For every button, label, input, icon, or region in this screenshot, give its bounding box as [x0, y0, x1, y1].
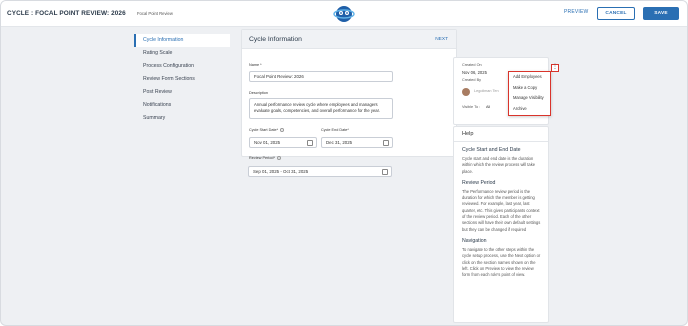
name-label: Name * [249, 63, 262, 67]
sidebar-item-review-form-sections[interactable]: Review Form Sections [134, 73, 230, 86]
sidebar-nav: Cycle Information Rating Scale Process C… [134, 34, 230, 125]
page-title: CYCLE : FOCAL POINT REVIEW: 2026 [7, 10, 126, 17]
app-window: CYCLE : FOCAL POINT REVIEW: 2026 Focal P… [0, 0, 688, 326]
page-subtitle: Focal Point Review [137, 11, 173, 16]
review-period-field[interactable]: Sep 01, 2025 - Oct 31, 2025 [248, 166, 392, 177]
top-bar: CYCLE : FOCAL POINT REVIEW: 2026 Focal P… [1, 1, 687, 27]
name-field[interactable]: Focal Point Review: 2026 [249, 71, 393, 82]
avatar [462, 88, 470, 96]
created-by-label: Created By [462, 78, 481, 82]
help-text: To navigate to the other steps within th… [462, 246, 541, 278]
created-on-label: Created On [462, 63, 482, 67]
calendar-icon[interactable] [382, 169, 388, 175]
help-text: Cycle start and end date is the duration… [462, 156, 536, 174]
calendar-icon[interactable] [383, 140, 389, 146]
description-field[interactable]: Annual performance review cycle where em… [249, 98, 393, 119]
more-options-icon[interactable]: ⋮ [551, 64, 559, 72]
end-date-field[interactable]: Dec 31, 2025 [321, 137, 393, 148]
sidebar-item-notifications[interactable]: Notifications [134, 99, 230, 112]
sidebar-item-process-configuration[interactable]: Process Configuration [134, 60, 230, 73]
cancel-button[interactable]: CANCEL [597, 7, 635, 20]
sidebar-item-rating-scale[interactable]: Rating Scale [134, 47, 230, 60]
help-title: Help [454, 127, 548, 142]
more-options-menu: Add Employees Make a Copy Manage Visibil… [508, 71, 551, 116]
next-button[interactable]: NEXT [435, 37, 448, 42]
app-logo-icon [333, 6, 355, 22]
info-icon[interactable] [276, 156, 281, 160]
menu-item-manage-visibility[interactable]: Manage Visibility [509, 93, 550, 104]
sidebar-item-cycle-information[interactable]: Cycle Information [134, 34, 230, 47]
help-heading: Review Period [462, 179, 496, 186]
menu-item-archive[interactable]: Archive [509, 104, 550, 115]
save-button[interactable]: SAVE [643, 7, 679, 20]
card-header: Cycle Information NEXT [242, 30, 456, 49]
help-heading: Cycle Start and End Date [462, 147, 521, 153]
sidebar-item-post-review[interactable]: Post Review [134, 86, 230, 99]
calendar-icon[interactable] [307, 140, 313, 146]
visible-to-label: Visible To : [462, 105, 481, 109]
help-heading: Navigation [462, 237, 487, 244]
card-title: Cycle Information [249, 36, 302, 43]
review-period-label: Review Period* [249, 156, 281, 160]
start-date-field[interactable]: Nov 01, 2025 [249, 137, 317, 148]
preview-button[interactable]: PREVIEW [564, 9, 588, 15]
menu-item-add-employees[interactable]: Add Employees [509, 72, 550, 83]
help-text: The Performance review period is the dur… [462, 188, 541, 232]
start-date-label: Cycle Start Date* [249, 128, 285, 132]
info-icon[interactable] [280, 128, 285, 132]
visible-to-value: All [486, 105, 491, 109]
description-label: Description [249, 91, 268, 95]
creator-name: Legoliman Ten [474, 89, 499, 93]
menu-item-make-a-copy[interactable]: Make a Copy [509, 83, 550, 94]
sidebar-item-summary[interactable]: Summary [134, 112, 230, 125]
end-date-label: Cycle End Date* [321, 128, 349, 132]
help-panel: Help Cycle Start and End Date Cycle star… [453, 126, 549, 323]
created-on-value: Nov 06, 2025 [462, 70, 487, 75]
cycle-information-card: Cycle Information NEXT Name * Focal Poin… [241, 29, 457, 160]
